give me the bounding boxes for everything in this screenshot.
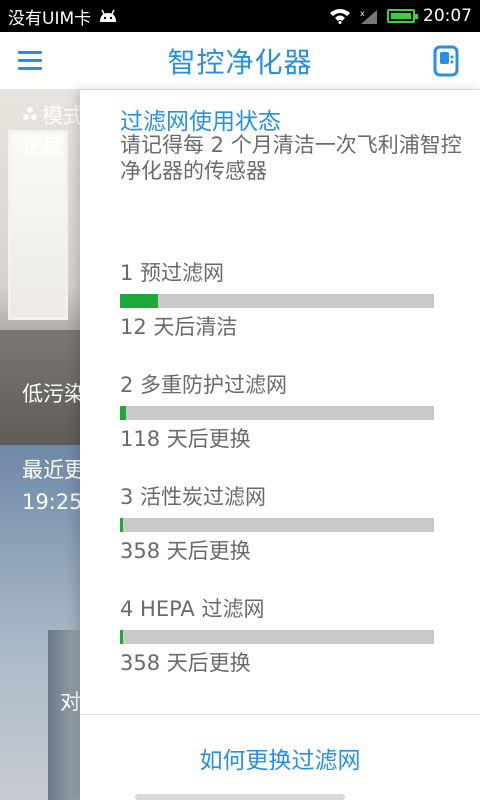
fan-icon xyxy=(23,107,37,120)
status-time: 20:07 xyxy=(423,6,472,26)
filter-progress-bar xyxy=(120,406,434,420)
filter-progress-bar xyxy=(120,518,434,532)
wifi-icon xyxy=(330,9,350,24)
filter-status-panel: 过滤网使用状态 请记得每 2 个月清洁一次飞利浦智控净化器的传感器 1 预过滤网… xyxy=(80,90,480,800)
pollution-label: 低污染 xyxy=(22,382,85,406)
filter-progress-fill xyxy=(120,518,124,532)
filter-progress-bar xyxy=(120,630,434,644)
filter-name: 4 HEPA 过滤网 xyxy=(120,597,265,621)
filter-name: 2 多重防护过滤网 xyxy=(120,373,288,397)
filter-name: 1 预过滤网 xyxy=(120,261,225,285)
filter-item-multi: 2 多重防护过滤网 118 天后更换 xyxy=(120,370,436,456)
panel-description: 请记得每 2 个月清洁一次飞利浦智控净化器的传感器 xyxy=(120,133,462,183)
filter-progress-fill xyxy=(120,294,158,308)
battery-icon xyxy=(387,9,418,23)
filter-status: 12 天后清洁 xyxy=(120,315,238,339)
carrier-text: 没有UIM卡 xyxy=(8,8,92,29)
bottom-label: 对 xyxy=(60,690,81,714)
filter-item-pre: 1 预过滤网 12 天后清洁 xyxy=(120,258,436,344)
device-icon[interactable] xyxy=(432,45,462,77)
filter-progress-fill xyxy=(120,630,124,644)
filter-item-carbon: 3 活性炭过滤网 358 天后更换 xyxy=(120,482,436,568)
status-bar: 没有UIM卡 x 20:07 xyxy=(0,0,480,32)
recent-label: 最近更 xyxy=(22,458,85,482)
app-header: 智控净化器 xyxy=(0,32,480,90)
bottom-handle xyxy=(135,794,345,800)
panel-title: 过滤网使用状态 xyxy=(120,109,281,135)
svg-text:x: x xyxy=(360,9,365,18)
filter-progress-bar xyxy=(120,294,434,308)
filter-name: 3 活性炭过滤网 xyxy=(120,485,267,509)
how-to-replace-filter-link[interactable]: 如何更换过滤网 xyxy=(200,741,361,775)
signal-icon: x xyxy=(360,9,377,24)
filter-status: 118 天后更换 xyxy=(120,427,251,451)
panel-footer: 如何更换过滤网 xyxy=(80,714,480,800)
menu-icon[interactable] xyxy=(18,51,42,71)
filter-item-hepa: 4 HEPA 过滤网 358 天后更换 xyxy=(120,594,436,680)
recent-time: 19:25 xyxy=(22,490,83,514)
page-title: 智控净化器 xyxy=(167,45,313,79)
background-dashboard: 模式 速度 低污染 最近更 19:25 对 xyxy=(0,90,90,800)
filter-status: 358 天后更换 xyxy=(120,651,251,675)
android-icon xyxy=(100,9,117,22)
mode-label: 模式 xyxy=(42,104,84,128)
speed-label: 速度 xyxy=(22,134,64,158)
filter-progress-fill xyxy=(120,406,127,420)
filter-status: 358 天后更换 xyxy=(120,539,251,563)
